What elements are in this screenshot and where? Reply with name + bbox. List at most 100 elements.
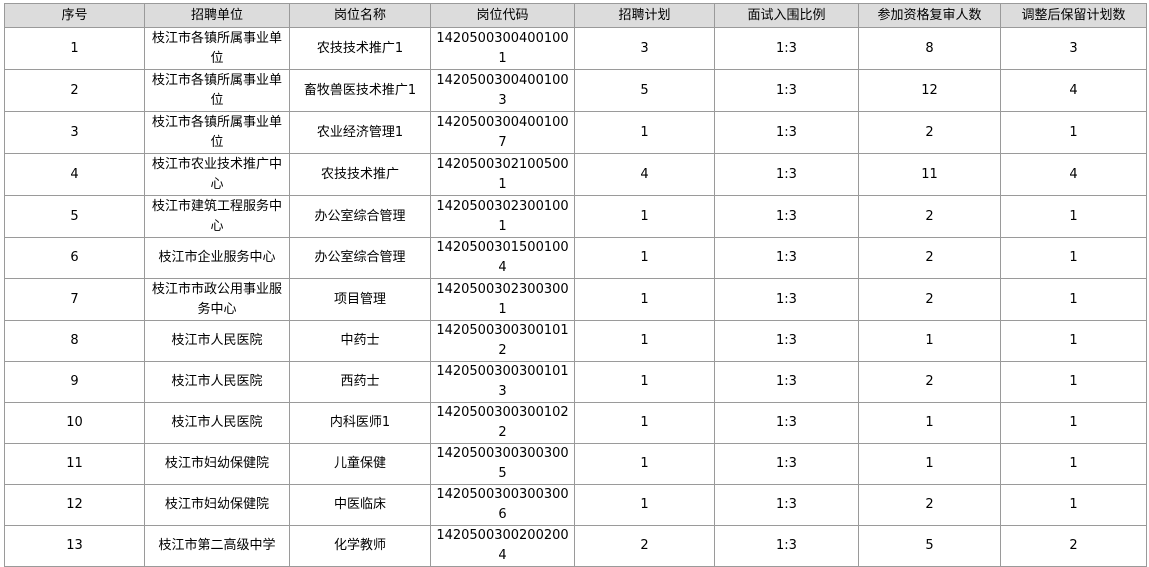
cell-hiring-plan: 5 [574,69,715,112]
header-cell-position-name: 岗位名称 [289,3,431,28]
cell-index: 9 [4,361,145,403]
cell-interview-ratio: 1:3 [714,27,859,70]
cell-position-name: 办公室综合管理 [289,195,431,238]
cell-interview-ratio: 1:3 [714,525,859,567]
recruitment-table: 序号 招聘单位 岗位名称 岗位代码 招聘计划 面试入围比例 参加资格复审人数 调… [4,3,1147,567]
cell-index: 11 [4,443,145,485]
cell-index: 3 [4,111,145,154]
cell-review-count: 5 [858,525,1001,567]
cell-index: 7 [4,278,145,321]
cell-hiring-plan: 1 [574,237,715,279]
cell-adjusted-plan: 2 [1000,525,1147,567]
table-row: 2 枝江市各镇所属事业单位 畜牧兽医技术推广1 1420500300400100… [4,69,1147,112]
cell-employer: 枝江市各镇所属事业单位 [144,27,290,70]
cell-adjusted-plan: 1 [1000,237,1147,279]
cell-hiring-plan: 1 [574,402,715,444]
cell-review-count: 1 [858,402,1001,444]
cell-employer: 枝江市各镇所属事业单位 [144,111,290,154]
cell-review-count: 2 [858,361,1001,403]
cell-adjusted-plan: 1 [1000,443,1147,485]
cell-employer: 枝江市人民医院 [144,320,290,362]
cell-index: 6 [4,237,145,279]
cell-interview-ratio: 1:3 [714,361,859,403]
cell-interview-ratio: 1:3 [714,443,859,485]
cell-employer: 枝江市各镇所属事业单位 [144,69,290,112]
cell-review-count: 2 [858,278,1001,321]
cell-position-code: 14205003021005001 [430,153,575,196]
table-row: 6 枝江市企业服务中心 办公室综合管理 14205003015001004 1 … [4,237,1147,279]
cell-adjusted-plan: 1 [1000,320,1147,362]
cell-position-name: 项目管理 [289,278,431,321]
cell-position-code: 14205003004001007 [430,111,575,154]
cell-adjusted-plan: 1 [1000,361,1147,403]
cell-position-name: 农技技术推广 [289,153,431,196]
table-row: 5 枝江市建筑工程服务中心 办公室综合管理 14205003023001001 … [4,195,1147,238]
cell-position-code: 14205003002002004 [430,525,575,567]
cell-interview-ratio: 1:3 [714,484,859,526]
cell-adjusted-plan: 4 [1000,153,1147,196]
cell-interview-ratio: 1:3 [714,111,859,154]
cell-position-name: 化学教师 [289,525,431,567]
cell-interview-ratio: 1:3 [714,278,859,321]
cell-review-count: 2 [858,237,1001,279]
cell-employer: 枝江市妇幼保健院 [144,484,290,526]
cell-employer: 枝江市企业服务中心 [144,237,290,279]
table-row: 9 枝江市人民医院 西药士 14205003003001013 1 1:3 2 … [4,361,1147,403]
header-cell-interview-ratio: 面试入围比例 [714,3,859,28]
cell-adjusted-plan: 1 [1000,111,1147,154]
table-row: 4 枝江市农业技术推广中心 农技技术推广 14205003021005001 4… [4,153,1147,196]
cell-position-code: 14205003004001001 [430,27,575,70]
cell-position-code: 14205003003001012 [430,320,575,362]
cell-adjusted-plan: 1 [1000,402,1147,444]
cell-adjusted-plan: 1 [1000,484,1147,526]
document-page: 序号 招聘单位 岗位名称 岗位代码 招聘计划 面试入围比例 参加资格复审人数 调… [0,0,1149,567]
cell-position-name: 儿童保健 [289,443,431,485]
cell-position-code: 14205003003003005 [430,443,575,485]
cell-interview-ratio: 1:3 [714,237,859,279]
cell-hiring-plan: 1 [574,484,715,526]
cell-hiring-plan: 1 [574,361,715,403]
cell-employer: 枝江市建筑工程服务中心 [144,195,290,238]
cell-hiring-plan: 1 [574,278,715,321]
cell-index: 1 [4,27,145,70]
cell-position-name: 中医临床 [289,484,431,526]
cell-position-code: 14205003003003006 [430,484,575,526]
cell-index: 8 [4,320,145,362]
cell-employer: 枝江市市政公用事业服务中心 [144,278,290,321]
cell-employer: 枝江市人民医院 [144,361,290,403]
cell-adjusted-plan: 1 [1000,195,1147,238]
cell-hiring-plan: 1 [574,111,715,154]
table-row: 7 枝江市市政公用事业服务中心 项目管理 14205003023003001 1… [4,278,1147,321]
cell-employer: 枝江市农业技术推广中心 [144,153,290,196]
cell-position-name: 西药士 [289,361,431,403]
cell-interview-ratio: 1:3 [714,195,859,238]
cell-review-count: 11 [858,153,1001,196]
table-row: 1 枝江市各镇所属事业单位 农技技术推广1 14205003004001001 … [4,27,1147,70]
cell-employer: 枝江市人民医院 [144,402,290,444]
cell-adjusted-plan: 1 [1000,278,1147,321]
table-header-row: 序号 招聘单位 岗位名称 岗位代码 招聘计划 面试入围比例 参加资格复审人数 调… [4,3,1147,28]
cell-hiring-plan: 1 [574,195,715,238]
cell-position-code: 14205003023003001 [430,278,575,321]
cell-review-count: 2 [858,484,1001,526]
header-cell-hiring-plan: 招聘计划 [574,3,715,28]
table-row: 11 枝江市妇幼保健院 儿童保健 14205003003003005 1 1:3… [4,443,1147,485]
cell-review-count: 2 [858,111,1001,154]
table-row: 13 枝江市第二高级中学 化学教师 14205003002002004 2 1:… [4,525,1147,567]
table-row: 10 枝江市人民医院 内科医师1 14205003003001022 1 1:3… [4,402,1147,444]
cell-hiring-plan: 1 [574,443,715,485]
header-cell-review-count: 参加资格复审人数 [858,3,1001,28]
table-row: 8 枝江市人民医院 中药士 14205003003001012 1 1:3 1 … [4,320,1147,362]
cell-interview-ratio: 1:3 [714,320,859,362]
cell-review-count: 2 [858,195,1001,238]
cell-position-code: 14205003015001004 [430,237,575,279]
cell-position-name: 农技技术推广1 [289,27,431,70]
cell-index: 13 [4,525,145,567]
cell-position-name: 畜牧兽医技术推广1 [289,69,431,112]
cell-index: 10 [4,402,145,444]
cell-interview-ratio: 1:3 [714,153,859,196]
cell-interview-ratio: 1:3 [714,69,859,112]
cell-index: 2 [4,69,145,112]
cell-hiring-plan: 1 [574,320,715,362]
cell-employer: 枝江市妇幼保健院 [144,443,290,485]
